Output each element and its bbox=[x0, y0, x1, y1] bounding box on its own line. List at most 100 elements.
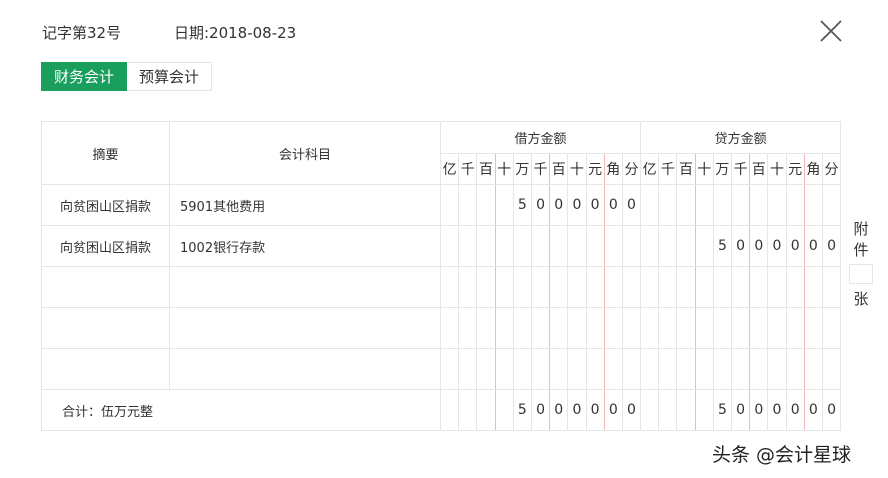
debit-digit-cell[interactable] bbox=[585, 348, 605, 390]
attachment-count-input[interactable] bbox=[849, 264, 873, 284]
summary-cell[interactable]: 向贫困山区捐款 bbox=[41, 184, 170, 226]
debit-digit-cell[interactable] bbox=[621, 348, 642, 390]
credit-digit-cell[interactable] bbox=[640, 225, 660, 267]
debit-digit-cell[interactable] bbox=[476, 348, 496, 390]
debit-digit-cell[interactable] bbox=[585, 307, 605, 349]
debit-digit-cell[interactable] bbox=[567, 348, 587, 390]
account-cell[interactable]: 1002银行存款 bbox=[169, 225, 441, 267]
debit-digit-cell[interactable] bbox=[494, 266, 514, 308]
debit-digit-cell[interactable] bbox=[439, 266, 460, 308]
credit-digit-cell[interactable] bbox=[694, 225, 714, 267]
credit-digit-cell[interactable] bbox=[640, 184, 660, 226]
debit-digit-cell[interactable] bbox=[458, 389, 478, 431]
account-cell[interactable] bbox=[169, 266, 441, 308]
credit-digit-cell[interactable] bbox=[730, 307, 751, 349]
debit-digit-cell[interactable] bbox=[458, 307, 478, 349]
debit-digit-cell[interactable]: 0 bbox=[621, 184, 642, 226]
credit-digit-cell[interactable]: 0 bbox=[803, 225, 823, 267]
account-cell[interactable]: 5901其他费用 bbox=[169, 184, 441, 226]
credit-digit-cell[interactable] bbox=[694, 184, 714, 226]
credit-digit-cell[interactable] bbox=[640, 266, 660, 308]
credit-digit-cell[interactable] bbox=[658, 307, 678, 349]
debit-digit-cell[interactable]: 0 bbox=[567, 184, 587, 226]
debit-digit-cell[interactable] bbox=[603, 266, 623, 308]
debit-digit-cell[interactable] bbox=[603, 348, 623, 390]
credit-digit-cell[interactable] bbox=[640, 307, 660, 349]
debit-digit-cell[interactable] bbox=[439, 307, 460, 349]
debit-digit-cell[interactable] bbox=[549, 348, 569, 390]
debit-digit-cell[interactable] bbox=[603, 225, 623, 267]
credit-digit-cell[interactable] bbox=[803, 307, 823, 349]
credit-digit-cell[interactable] bbox=[749, 266, 769, 308]
debit-digit-cell[interactable] bbox=[476, 225, 496, 267]
credit-digit-cell[interactable]: 0 bbox=[785, 389, 805, 431]
credit-digit-cell[interactable]: 0 bbox=[767, 225, 787, 267]
debit-digit-cell[interactable] bbox=[530, 348, 551, 390]
debit-digit-cell[interactable]: 0 bbox=[585, 184, 605, 226]
debit-digit-cell[interactable] bbox=[621, 225, 642, 267]
debit-digit-cell[interactable]: 5 bbox=[512, 184, 532, 226]
credit-digit-cell[interactable] bbox=[676, 389, 696, 431]
debit-digit-cell[interactable] bbox=[458, 266, 478, 308]
credit-digit-cell[interactable] bbox=[694, 307, 714, 349]
credit-digit-cell[interactable]: 0 bbox=[803, 389, 823, 431]
credit-digit-cell[interactable] bbox=[821, 348, 842, 390]
debit-digit-cell[interactable] bbox=[585, 225, 605, 267]
credit-digit-cell[interactable] bbox=[658, 389, 678, 431]
credit-digit-cell[interactable] bbox=[658, 225, 678, 267]
debit-digit-cell[interactable] bbox=[621, 307, 642, 349]
credit-digit-cell[interactable]: 0 bbox=[821, 225, 842, 267]
credit-digit-cell[interactable] bbox=[767, 184, 787, 226]
debit-digit-cell[interactable] bbox=[494, 184, 514, 226]
credit-digit-cell[interactable] bbox=[676, 225, 696, 267]
debit-digit-cell[interactable] bbox=[549, 225, 569, 267]
credit-digit-cell[interactable] bbox=[785, 266, 805, 308]
credit-digit-cell[interactable] bbox=[767, 307, 787, 349]
tab-financial-accounting[interactable]: 财务会计 bbox=[41, 62, 127, 91]
credit-digit-cell[interactable] bbox=[749, 184, 769, 226]
debit-digit-cell[interactable] bbox=[603, 307, 623, 349]
credit-digit-cell[interactable]: 0 bbox=[821, 389, 842, 431]
debit-digit-cell[interactable] bbox=[439, 389, 460, 431]
credit-digit-cell[interactable] bbox=[676, 184, 696, 226]
tab-budget-accounting[interactable]: 预算会计 bbox=[127, 62, 212, 91]
credit-digit-cell[interactable] bbox=[749, 348, 769, 390]
debit-digit-cell[interactable] bbox=[567, 225, 587, 267]
credit-digit-cell[interactable]: 0 bbox=[749, 389, 769, 431]
credit-digit-cell[interactable] bbox=[712, 184, 733, 226]
credit-digit-cell[interactable] bbox=[749, 307, 769, 349]
credit-digit-cell[interactable] bbox=[658, 184, 678, 226]
debit-digit-cell[interactable]: 0 bbox=[530, 184, 551, 226]
debit-digit-cell[interactable]: 0 bbox=[603, 389, 623, 431]
credit-digit-cell[interactable]: 0 bbox=[767, 389, 787, 431]
debit-digit-cell[interactable] bbox=[494, 225, 514, 267]
credit-digit-cell[interactable] bbox=[803, 184, 823, 226]
debit-digit-cell[interactable] bbox=[439, 225, 460, 267]
debit-digit-cell[interactable]: 0 bbox=[603, 184, 623, 226]
credit-digit-cell[interactable] bbox=[730, 348, 751, 390]
debit-digit-cell[interactable] bbox=[512, 307, 532, 349]
credit-digit-cell[interactable] bbox=[694, 389, 714, 431]
summary-cell[interactable] bbox=[41, 266, 170, 308]
debit-digit-cell[interactable] bbox=[439, 348, 460, 390]
credit-digit-cell[interactable] bbox=[712, 266, 733, 308]
debit-digit-cell[interactable] bbox=[567, 266, 587, 308]
credit-digit-cell[interactable]: 0 bbox=[785, 225, 805, 267]
credit-digit-cell[interactable] bbox=[767, 348, 787, 390]
debit-digit-cell[interactable] bbox=[549, 266, 569, 308]
debit-digit-cell[interactable]: 0 bbox=[549, 184, 569, 226]
debit-digit-cell[interactable]: 0 bbox=[549, 389, 569, 431]
debit-digit-cell[interactable] bbox=[567, 307, 587, 349]
debit-digit-cell[interactable] bbox=[494, 307, 514, 349]
debit-digit-cell[interactable] bbox=[549, 307, 569, 349]
debit-digit-cell[interactable] bbox=[530, 266, 551, 308]
summary-cell[interactable] bbox=[41, 348, 170, 390]
debit-digit-cell[interactable] bbox=[621, 266, 642, 308]
credit-digit-cell[interactable]: 5 bbox=[712, 389, 733, 431]
credit-digit-cell[interactable]: 0 bbox=[749, 225, 769, 267]
credit-digit-cell[interactable] bbox=[676, 348, 696, 390]
debit-digit-cell[interactable] bbox=[458, 225, 478, 267]
credit-digit-cell[interactable] bbox=[676, 307, 696, 349]
debit-digit-cell[interactable] bbox=[585, 266, 605, 308]
debit-digit-cell[interactable] bbox=[512, 348, 532, 390]
